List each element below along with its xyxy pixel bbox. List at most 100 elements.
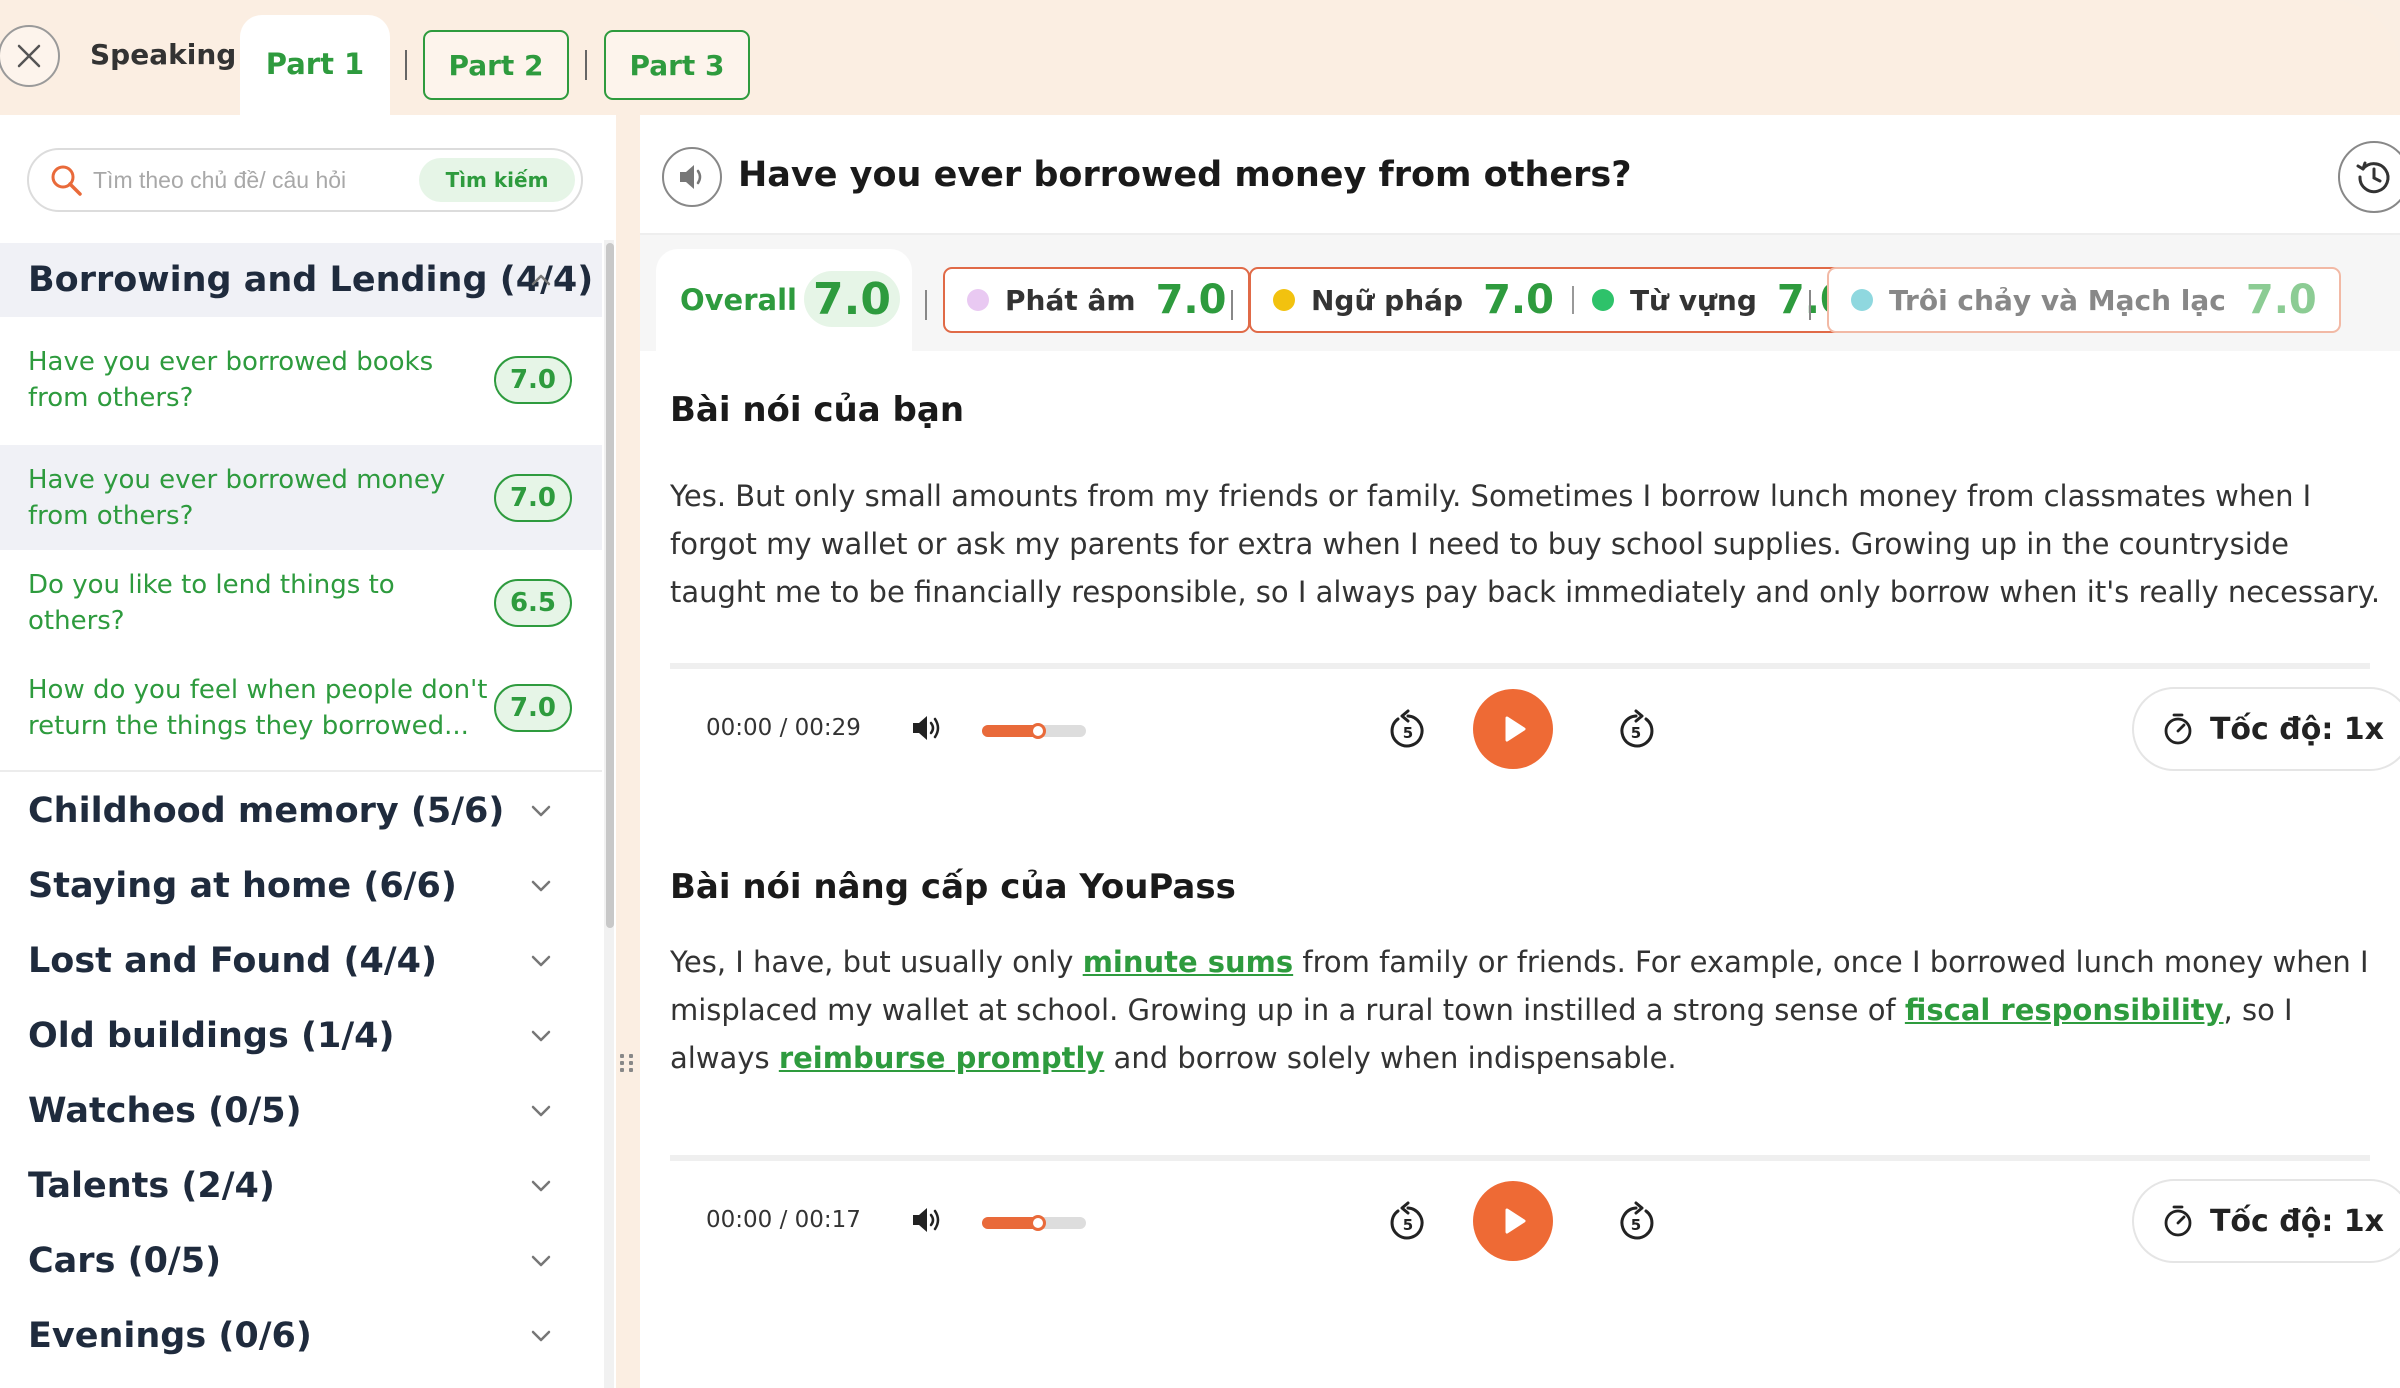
- chevron-up-icon: [531, 274, 551, 286]
- question-text: How do you feel when people don't return…: [28, 674, 488, 741]
- topic-group[interactable]: Old buildings (1/4): [0, 998, 602, 1073]
- close-button[interactable]: [0, 25, 60, 87]
- criterion-name: Ngữ pháp: [1311, 283, 1464, 317]
- question-title: Have you ever borrowed money from others…: [738, 155, 1632, 195]
- score-badge: 7.0: [494, 473, 572, 522]
- question-item-selected[interactable]: Have you ever borrowed money from others…: [0, 445, 602, 550]
- upgraded-answer-title: Bài nói nâng cấp của YouPass: [670, 867, 1236, 907]
- chevron-down-icon: [531, 1255, 551, 1266]
- scrollbar-thumb[interactable]: [606, 243, 614, 928]
- topic-group-borrowing-lending[interactable]: Borrowing and Lending (4/4): [0, 243, 602, 317]
- chevron-down-icon: [531, 880, 551, 891]
- history-icon: [2356, 161, 2390, 194]
- speed-button[interactable]: Tốc độ: 1x: [2132, 687, 2400, 771]
- volume-knob[interactable]: [1030, 723, 1046, 739]
- criterion-name: Từ vựng: [1629, 283, 1757, 317]
- your-answer-text: Yes. But only small amounts from my frie…: [670, 479, 2381, 609]
- tab-part-1[interactable]: Part 1: [240, 15, 390, 117]
- topic-group[interactable]: Cars (0/5): [0, 1223, 602, 1298]
- topic-group-title: Cars (0/5): [28, 1240, 222, 1281]
- vocab-highlight[interactable]: reimburse promptly: [779, 1041, 1105, 1075]
- volume-icon[interactable]: [910, 713, 944, 743]
- audio-player: 00:00 / 00:29 5 5 Tốc độ: 1x: [670, 663, 2400, 787]
- search-icon: [49, 163, 83, 197]
- criterion-dot: [1273, 289, 1295, 311]
- audio-player: 00:00 / 00:17 5 5 Tốc độ: 1x: [670, 1155, 2400, 1279]
- svg-text:5: 5: [1631, 1216, 1641, 1234]
- speed-label: Tốc độ:: [2209, 1203, 2334, 1239]
- speed-button[interactable]: Tốc độ: 1x: [2132, 1179, 2400, 1263]
- topic-group[interactable]: Lost and Found (4/4): [0, 923, 602, 998]
- speed-value: 1x: [2343, 711, 2385, 747]
- search-input[interactable]: [93, 166, 413, 194]
- overall-label: Overall: [680, 283, 797, 317]
- overall-score: Overall 7.0: [656, 249, 912, 351]
- criterion-dot: [1851, 289, 1873, 311]
- score-badge: 7.0: [494, 355, 572, 404]
- question-audio-button[interactable]: [662, 147, 722, 207]
- speaker-icon: [680, 165, 702, 189]
- volume-icon[interactable]: [910, 1205, 944, 1235]
- search-button[interactable]: Tìm kiếm: [419, 158, 575, 202]
- question-item[interactable]: Do you like to lend things to others? 6.…: [0, 565, 602, 640]
- inner-divider: [1571, 286, 1574, 314]
- volume-slider[interactable]: [982, 1215, 1086, 1231]
- vocab-highlight[interactable]: minute sums: [1083, 945, 1293, 979]
- your-answer-title: Bài nói của bạn: [670, 390, 965, 430]
- topic-group-title: Lost and Found (4/4): [28, 940, 437, 981]
- answer-segment: Yes, I have, but usually only: [670, 945, 1083, 979]
- criterion-value: 7.0: [2245, 277, 2317, 323]
- speed-label: Tốc độ:: [2209, 711, 2334, 747]
- section-label: Speaking: [90, 38, 237, 71]
- answer-segment: and borrow solely when indispensable.: [1104, 1041, 1677, 1075]
- criterion-dot: [967, 289, 989, 311]
- score-badge: 6.5: [494, 578, 572, 627]
- play-button[interactable]: [1473, 689, 1553, 769]
- score-divider: [1231, 290, 1233, 320]
- rewind-5-icon[interactable]: 5: [1386, 1201, 1430, 1245]
- answer-panel: Have you ever borrowed money from others…: [640, 115, 2400, 1388]
- volume-slider[interactable]: [982, 723, 1086, 739]
- topic-group[interactable]: Watches (0/5): [0, 1073, 602, 1148]
- speed-value: 1x: [2343, 1203, 2385, 1239]
- forward-5-icon[interactable]: 5: [1614, 709, 1658, 753]
- tab-part-2[interactable]: Part 2: [423, 30, 569, 100]
- chevron-down-icon: [531, 1105, 551, 1116]
- tab-divider: [585, 50, 587, 80]
- question-header: Have you ever borrowed money from others…: [640, 115, 2400, 235]
- criterion-fluency[interactable]: Trôi chảy và Mạch lạc 7.0: [1827, 267, 2341, 333]
- topic-group-title: Borrowing and Lending (4/4): [28, 260, 594, 300]
- topic-group[interactable]: Evenings (0/6): [0, 1298, 602, 1373]
- criterion-pronunciation[interactable]: Phát âm 7.0: [943, 267, 1251, 333]
- overall-value: 7.0: [804, 271, 900, 327]
- rewind-5-icon[interactable]: 5: [1386, 709, 1430, 753]
- topic-group-title: Old buildings (1/4): [28, 1015, 395, 1056]
- score-badge: 7.0: [494, 683, 572, 732]
- question-item[interactable]: Have you ever borrowed books from others…: [0, 327, 602, 432]
- vocab-highlight[interactable]: fiscal responsibility: [1905, 993, 2224, 1027]
- volume-knob[interactable]: [1030, 1215, 1046, 1231]
- topic-sidebar: Tìm kiếm Borrowing and Lending (4/4) Hav…: [0, 115, 616, 1388]
- topic-group-title: Staying at home (6/6): [28, 865, 457, 906]
- score-divider: [1809, 290, 1811, 320]
- speed-icon: [2164, 1205, 2192, 1237]
- play-icon: [1505, 716, 1526, 742]
- criterion-name: Phát âm: [1005, 283, 1136, 317]
- chevron-down-icon: [531, 955, 551, 966]
- tab-part-3[interactable]: Part 3: [604, 30, 750, 100]
- player-time: 00:00 / 00:29: [706, 715, 861, 741]
- criterion-grammar-vocabulary[interactable]: Ngữ pháp 7.0 Từ vựng 7.0: [1249, 267, 1872, 333]
- question-item[interactable]: How do you feel when people don't return…: [0, 655, 602, 760]
- question-text: Do you like to lend things to others?: [28, 569, 395, 636]
- topic-group[interactable]: Childhood memory (5/6): [0, 773, 602, 848]
- play-button[interactable]: [1473, 1181, 1553, 1261]
- forward-5-icon[interactable]: 5: [1614, 1201, 1658, 1245]
- topic-group[interactable]: Staying at home (6/6): [0, 848, 602, 923]
- history-button[interactable]: [2338, 141, 2400, 213]
- question-text: Have you ever borrowed money from others…: [28, 464, 446, 531]
- app-window: Speaking Part 1 Part 2 Part 3 Tìm kiếm B…: [0, 0, 2400, 1388]
- play-icon: [1505, 1208, 1526, 1234]
- chevron-down-icon: [531, 1030, 551, 1041]
- topic-group[interactable]: Talents (2/4): [0, 1148, 602, 1223]
- drag-handle-icon[interactable]: [617, 1048, 637, 1078]
